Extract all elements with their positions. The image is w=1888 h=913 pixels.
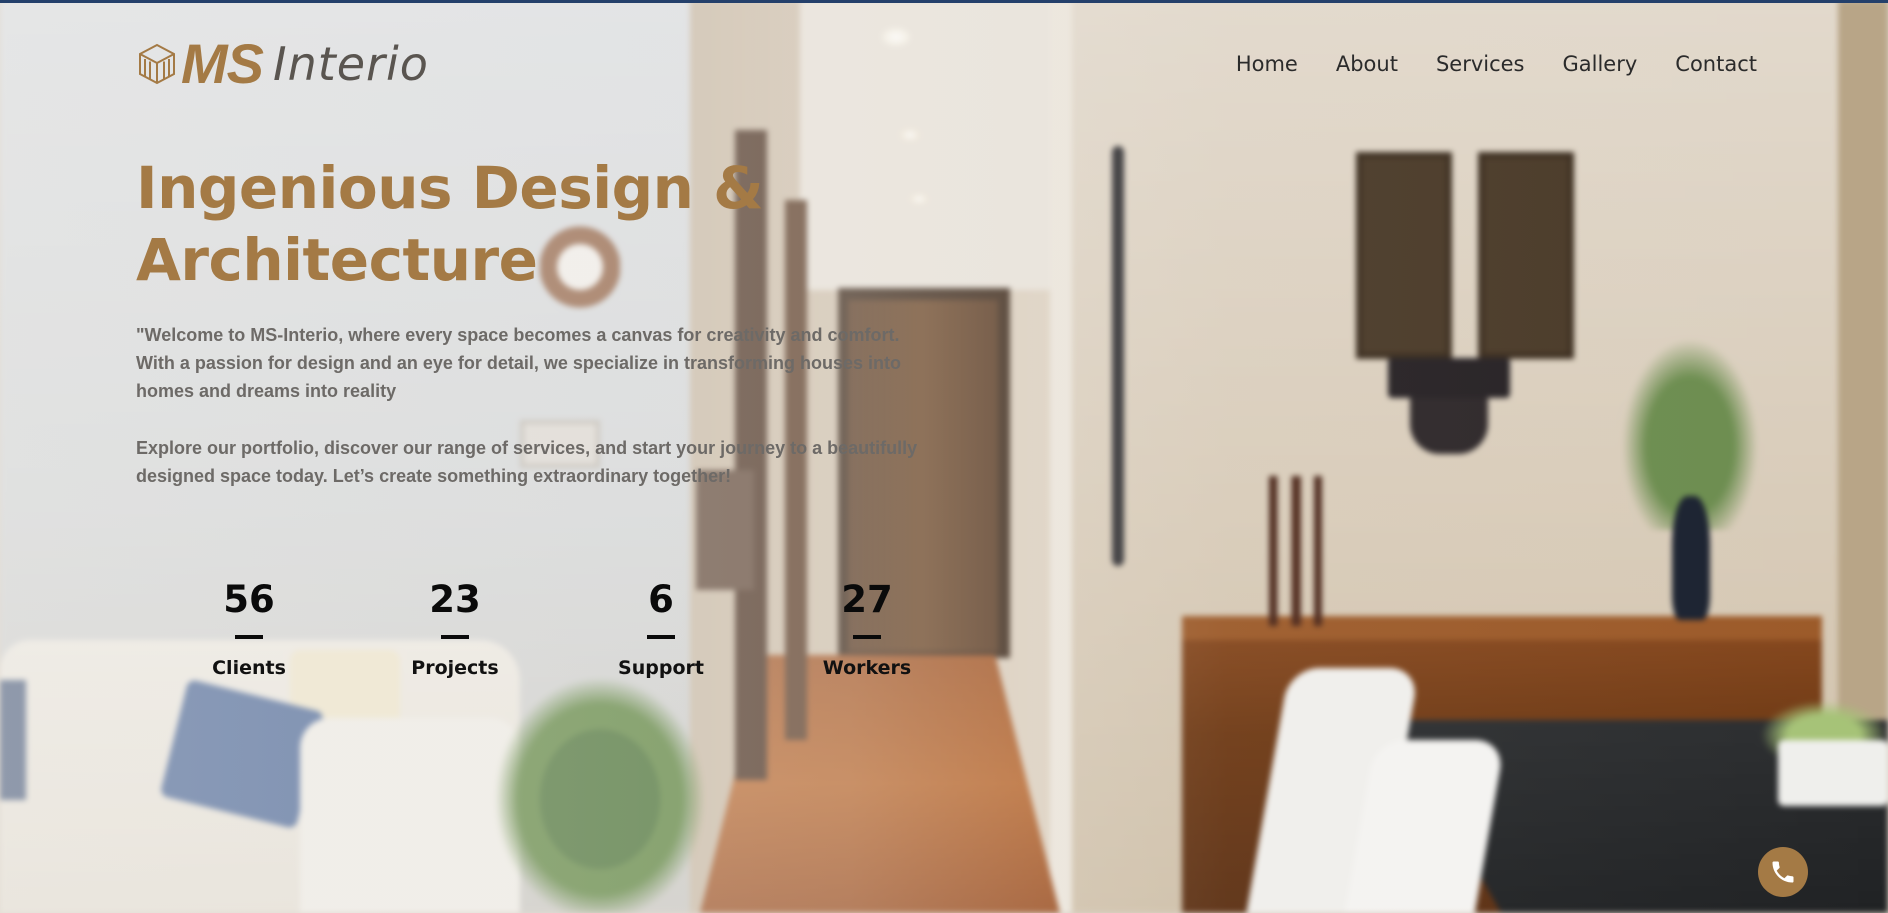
nav-about-link[interactable]: About bbox=[1336, 52, 1398, 76]
stat-divider bbox=[441, 634, 469, 639]
logo-cube-icon bbox=[139, 43, 175, 85]
stats-row: 56 Clients 23 Projects 6 Support 27 Work… bbox=[146, 578, 970, 679]
hero-cta-paragraph: Explore our portfolio, discover our rang… bbox=[136, 438, 918, 486]
logo-interio-text: Interio bbox=[273, 37, 429, 91]
top-accent-line bbox=[0, 0, 1888, 3]
stat-value: 27 bbox=[841, 578, 893, 621]
hero-intro-paragraph: "Welcome to MS-Interio, where every spac… bbox=[136, 325, 901, 401]
stat-clients: 56 Clients bbox=[146, 578, 352, 679]
stat-value: 56 bbox=[223, 578, 275, 621]
hero-title: Ingenious Design & Architecture bbox=[136, 152, 836, 296]
stat-divider bbox=[647, 634, 675, 639]
call-button[interactable] bbox=[1758, 847, 1808, 897]
brand-logo[interactable]: MS Interio bbox=[137, 32, 429, 95]
logo-ms-text: MS bbox=[181, 32, 264, 95]
phone-icon bbox=[1772, 861, 1794, 883]
stat-label: Clients bbox=[212, 656, 286, 679]
stat-workers: 27 Workers bbox=[764, 578, 970, 679]
hero-title-line-2: Architecture bbox=[136, 226, 538, 294]
stat-divider bbox=[235, 634, 263, 639]
main-nav: Home About Services Gallery Contact bbox=[1236, 52, 1757, 76]
stat-support: 6 Support bbox=[558, 578, 764, 679]
nav-contact-link[interactable]: Contact bbox=[1675, 52, 1757, 76]
stat-label: Support bbox=[618, 656, 704, 679]
hero-title-line-1: Ingenious Design & bbox=[136, 154, 764, 222]
stat-label: Workers bbox=[822, 656, 912, 679]
stat-value: 23 bbox=[429, 578, 481, 621]
nav-services-link[interactable]: Services bbox=[1436, 52, 1525, 76]
stat-divider bbox=[853, 634, 881, 639]
stat-value: 6 bbox=[648, 578, 674, 621]
nav-home-link[interactable]: Home bbox=[1236, 52, 1298, 76]
stat-projects: 23 Projects bbox=[352, 578, 558, 679]
nav-gallery-link[interactable]: Gallery bbox=[1563, 52, 1638, 76]
stat-label: Projects bbox=[411, 656, 499, 679]
